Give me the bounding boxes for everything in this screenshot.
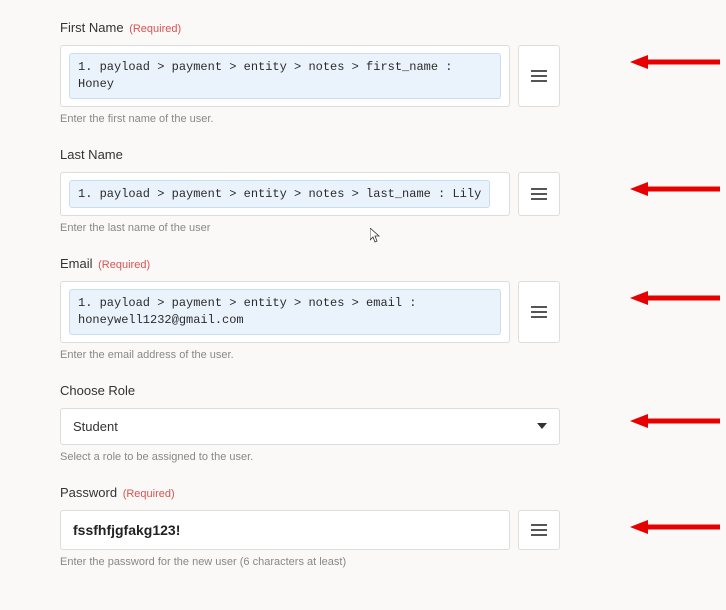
first-name-input[interactable]: 1. payload > payment > entity > notes > … <box>60 45 510 107</box>
mapping-tag[interactable]: 1. payload > payment > entity > notes > … <box>69 180 490 209</box>
help-text: Enter the email address of the user. <box>60 349 726 361</box>
label-first-name: First Name (Required) <box>60 20 726 35</box>
field-options-button[interactable] <box>518 510 560 550</box>
last-name-input[interactable]: 1. payload > payment > entity > notes > … <box>60 172 510 217</box>
label-last-name: Last Name <box>60 147 726 162</box>
help-text: Enter the password for the new user (6 c… <box>60 556 726 568</box>
mapping-tag[interactable]: 1. payload > payment > entity > notes > … <box>69 289 501 335</box>
form-group-email: Email (Required) 1. payload > payment > … <box>60 256 726 361</box>
annotation-arrow <box>630 288 720 308</box>
field-options-button[interactable] <box>518 172 560 217</box>
mapping-tag[interactable]: 1. payload > payment > entity > notes > … <box>69 53 501 99</box>
field-row <box>60 510 560 550</box>
role-select[interactable]: Student <box>60 408 560 445</box>
email-input[interactable]: 1. payload > payment > entity > notes > … <box>60 281 510 343</box>
hamburger-icon <box>531 524 547 536</box>
required-indicator: (Required) <box>123 488 175 500</box>
help-text: Select a role to be assigned to the user… <box>60 451 726 463</box>
annotation-arrow <box>630 179 720 199</box>
help-text: Enter the last name of the user <box>60 222 726 234</box>
label-text: Password <box>60 485 117 500</box>
label-text: Last Name <box>60 147 123 162</box>
required-indicator: (Required) <box>129 23 181 35</box>
label-text: First Name <box>60 20 124 35</box>
form-group-role: Choose Role Student Select a role to be … <box>60 383 726 463</box>
required-indicator: (Required) <box>98 259 150 271</box>
field-row: 1. payload > payment > entity > notes > … <box>60 281 560 343</box>
field-row: 1. payload > payment > entity > notes > … <box>60 172 560 217</box>
field-options-button[interactable] <box>518 281 560 343</box>
field-row: 1. payload > payment > entity > notes > … <box>60 45 560 107</box>
field-options-button[interactable] <box>518 45 560 107</box>
label-password: Password (Required) <box>60 485 726 500</box>
hamburger-icon <box>531 70 547 82</box>
hamburger-icon <box>531 306 547 318</box>
annotation-arrow <box>630 517 720 537</box>
help-text: Enter the first name of the user. <box>60 113 726 125</box>
label-text: Email <box>60 256 93 271</box>
label-text: Choose Role <box>60 383 135 398</box>
hamburger-icon <box>531 188 547 200</box>
password-input[interactable] <box>71 518 499 542</box>
annotation-arrow <box>630 52 720 72</box>
label-role: Choose Role <box>60 383 726 398</box>
chevron-down-icon <box>537 423 547 429</box>
selected-value: Student <box>73 419 118 434</box>
form-group-last-name: Last Name 1. payload > payment > entity … <box>60 147 726 235</box>
password-input-wrap <box>60 510 510 550</box>
form-group-password: Password (Required) Enter the password f… <box>60 485 726 568</box>
label-email: Email (Required) <box>60 256 726 271</box>
form-group-first-name: First Name (Required) 1. payload > payme… <box>60 20 726 125</box>
annotation-arrow <box>630 411 720 431</box>
